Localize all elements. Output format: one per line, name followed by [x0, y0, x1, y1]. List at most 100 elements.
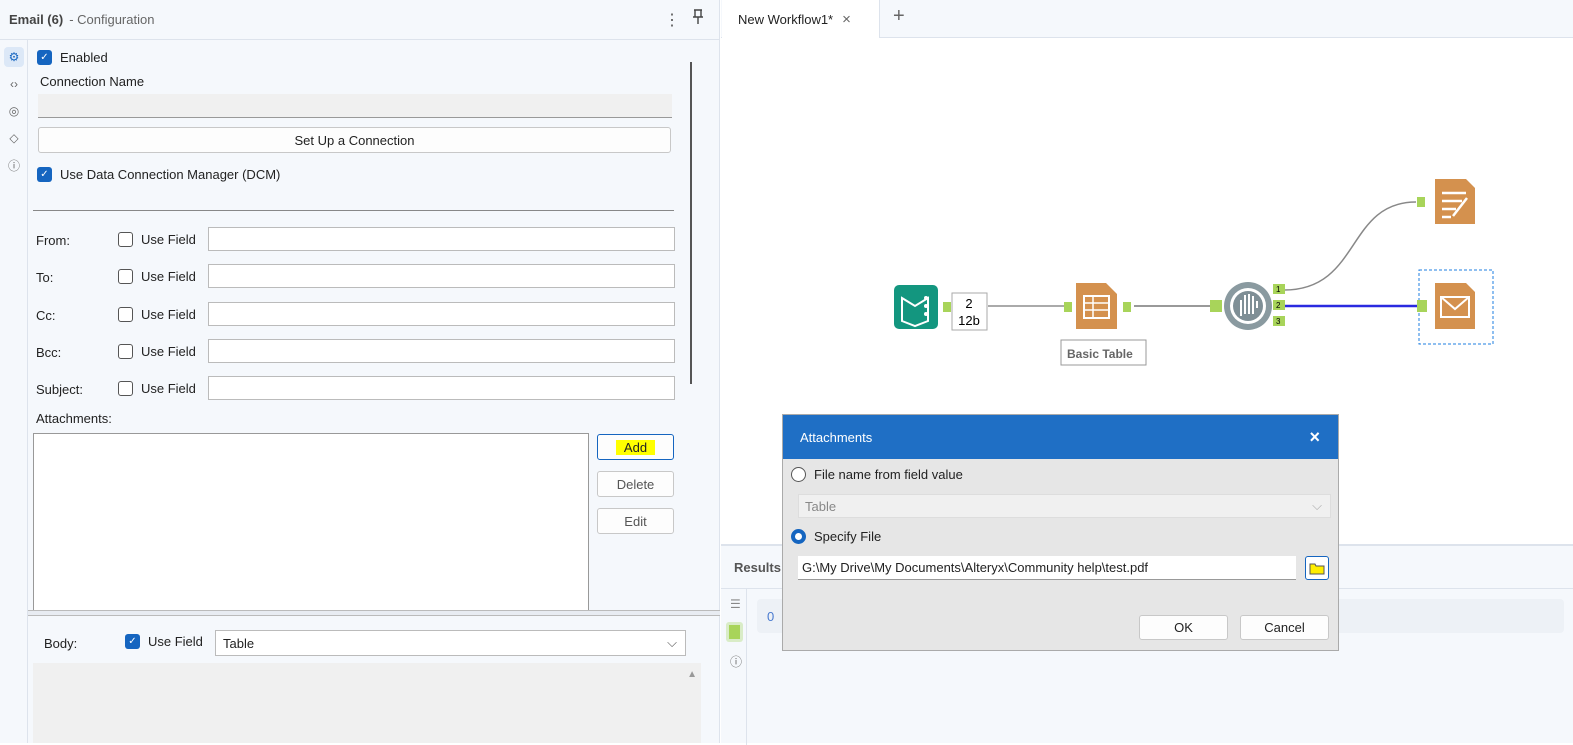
- cancel-button[interactable]: Cancel: [1240, 615, 1329, 640]
- file-path-input[interactable]: G:\My Drive\My Documents\Alteryx\Communi…: [798, 556, 1296, 580]
- input-anchor: [1210, 300, 1222, 312]
- basic-table-label: Basic Table: [1067, 347, 1133, 361]
- field-input[interactable]: [208, 227, 675, 251]
- tag-icon[interactable]: ◇: [4, 128, 24, 148]
- use-field-label: Use Field: [141, 232, 196, 247]
- field-input[interactable]: [208, 339, 675, 363]
- config-title: Email (6): [9, 12, 64, 27]
- code-icon[interactable]: ‹›: [4, 74, 24, 94]
- input-anchor: [1417, 197, 1425, 207]
- input-tool-icon: [894, 285, 938, 329]
- input-anchor: [1064, 302, 1072, 312]
- gear-icon[interactable]: ⚙: [4, 47, 24, 67]
- more-options-icon[interactable]: ⋮: [664, 10, 680, 30]
- connection-name-label: Connection Name: [40, 74, 145, 89]
- chevron-down-icon: ⌵: [667, 635, 677, 650]
- output-anchors: 1 2 3: [1273, 284, 1285, 326]
- pin-icon[interactable]: [692, 9, 704, 28]
- field-input[interactable]: [208, 264, 675, 288]
- config-header: Email (6) - Configuration ⋮: [0, 0, 720, 40]
- dcm-label: Use Data Connection Manager (DCM): [60, 167, 281, 182]
- specify-file-radio[interactable]: Specify File: [791, 529, 881, 544]
- field-select[interactable]: Table ⌵: [798, 494, 1331, 518]
- close-tab-icon[interactable]: ×: [842, 11, 851, 28]
- use-field-checkbox[interactable]: Use Field: [118, 307, 196, 322]
- new-tab-button[interactable]: +: [893, 5, 905, 28]
- scroll-up-icon[interactable]: ▲: [687, 669, 697, 680]
- field-label: Bcc:: [36, 345, 62, 360]
- body-text-area[interactable]: ▲: [33, 663, 701, 743]
- render-tool-icon: [1435, 179, 1475, 224]
- use-field-checkbox[interactable]: Use Field: [118, 232, 196, 247]
- row-number: 0: [767, 609, 775, 624]
- add-label: Add: [615, 439, 656, 455]
- list-icon[interactable]: ☰: [730, 597, 741, 611]
- basic-table-tool-icon: [1076, 283, 1117, 329]
- field-label: From:: [36, 233, 70, 248]
- chevron-down-icon: ⌵: [1312, 498, 1322, 513]
- dialog-title-bar: Attachments ×: [783, 415, 1338, 459]
- field-input[interactable]: [208, 376, 675, 400]
- anchor-icon[interactable]: [726, 622, 743, 642]
- field-input[interactable]: [208, 302, 675, 326]
- record-count: 2: [965, 296, 972, 311]
- tab-new-workflow[interactable]: New Workflow1* ×: [722, 0, 880, 38]
- email-tool-icon: [1435, 283, 1475, 329]
- help-icon[interactable]: ⓘ: [4, 155, 24, 175]
- ok-button[interactable]: OK: [1139, 615, 1228, 640]
- tab-label: New Workflow1*: [738, 11, 834, 27]
- use-field-checkbox[interactable]: Use Field: [118, 381, 196, 396]
- config-subtitle: - Configuration: [69, 12, 155, 27]
- close-icon[interactable]: ×: [1309, 427, 1320, 448]
- attachments-list[interactable]: [33, 433, 589, 613]
- anchor-2-label: 2: [1276, 301, 1281, 310]
- delete-button[interactable]: Delete: [597, 471, 674, 497]
- browse-folder-button[interactable]: [1305, 556, 1329, 580]
- input-anchor: [1417, 300, 1427, 312]
- attachments-dialog: Attachments × File name from field value…: [782, 414, 1339, 651]
- field-select-value: Table: [805, 498, 837, 514]
- use-field-label: Use Field: [141, 307, 196, 322]
- use-field-checkbox[interactable]: Use Field: [118, 269, 196, 284]
- body-field-select[interactable]: Table ⌵: [215, 630, 686, 656]
- help-icon[interactable]: ⓘ: [730, 653, 742, 670]
- field-label: Cc:: [36, 308, 56, 323]
- divider: [33, 210, 674, 211]
- file-from-field-radio[interactable]: File name from field value: [791, 467, 963, 482]
- field-label: To:: [36, 270, 54, 285]
- anchor-1-label: 1: [1276, 285, 1281, 294]
- body-label: Body:: [44, 636, 78, 651]
- output-anchor: [1123, 302, 1131, 312]
- results-label: Results: [734, 560, 781, 575]
- splitter[interactable]: [28, 610, 720, 616]
- anchor-3-label: 3: [1276, 317, 1281, 326]
- file-from-field-label: File name from field value: [814, 467, 963, 482]
- dcm-checkbox[interactable]: ✓ Use Data Connection Manager (DCM): [37, 167, 280, 182]
- use-field-checkbox[interactable]: Use Field: [118, 344, 196, 359]
- dialog-title: Attachments: [800, 429, 873, 445]
- configuration-panel: Email (6) - Configuration ⋮ ⚙ ‹› ◎ ◇ ⓘ ✓…: [0, 0, 720, 743]
- connection-name-input[interactable]: [38, 94, 672, 118]
- attachments-label: Attachments:: [36, 411, 112, 426]
- body-use-field-checkbox[interactable]: ✓ Use Field: [125, 634, 203, 649]
- config-scrollbar[interactable]: [686, 40, 706, 610]
- output-anchor: [943, 302, 951, 312]
- use-field-label: Use Field: [141, 344, 196, 359]
- file-path-value: G:\My Drive\My Documents\Alteryx\Communi…: [802, 560, 1149, 575]
- use-field-label: Use Field: [141, 269, 196, 284]
- connection-line: [1283, 201, 1417, 291]
- specify-file-label: Specify File: [814, 529, 882, 544]
- block-until-done-tool-icon: [1224, 282, 1272, 330]
- add-button[interactable]: Add: [597, 434, 674, 460]
- use-field-label: Use Field: [141, 381, 196, 396]
- config-sidebar: ⚙ ‹› ◎ ◇ ⓘ: [0, 40, 28, 743]
- record-size: 12b: [958, 313, 980, 328]
- body-field-value: Table: [223, 635, 255, 651]
- edit-button[interactable]: Edit: [597, 508, 674, 534]
- arrow-circle-icon[interactable]: ◎: [4, 101, 24, 121]
- set-up-connection-button[interactable]: Set Up a Connection: [38, 127, 671, 153]
- body-use-field-label: Use Field: [148, 634, 203, 649]
- enabled-checkbox[interactable]: ✓ Enabled: [37, 50, 108, 65]
- enabled-label: Enabled: [60, 50, 108, 65]
- folder-icon: [1309, 563, 1325, 575]
